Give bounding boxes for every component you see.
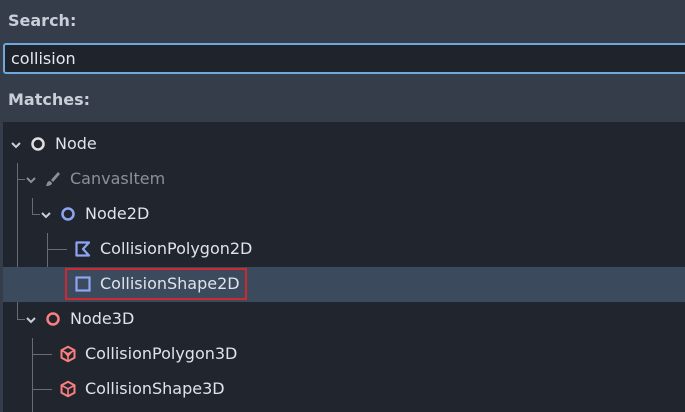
search-input[interactable] bbox=[11, 49, 685, 68]
tree-item-collisionpolygon2d[interactable]: CollisionPolygon2D bbox=[3, 232, 685, 267]
tree-item-label: Node bbox=[55, 134, 97, 153]
collision-polygon-2d-icon bbox=[75, 241, 91, 257]
collision-shape-3d-icon bbox=[60, 380, 76, 398]
tree-item-canvasitem[interactable]: CanvasItem bbox=[3, 162, 685, 197]
chevron-down-icon[interactable] bbox=[25, 314, 37, 326]
matches-label: Matches: bbox=[8, 90, 91, 109]
tree-item-node3d[interactable]: Node3D bbox=[3, 302, 685, 337]
tree-item-label: Node2D bbox=[85, 204, 150, 223]
tree-item-node[interactable]: Node bbox=[3, 127, 685, 162]
search-label: Search: bbox=[8, 11, 77, 30]
chevron-down-icon[interactable] bbox=[40, 209, 52, 221]
node-circle-icon bbox=[31, 137, 45, 151]
highlight-annotation bbox=[65, 268, 247, 300]
tree-item-label: CanvasItem bbox=[70, 169, 166, 188]
collision-polygon-3d-icon bbox=[60, 345, 76, 363]
matches-tree: Node CanvasItem Node2D CollisionPolygon2… bbox=[3, 122, 685, 412]
tree-item-label: CollisionPolygon2D bbox=[100, 239, 253, 258]
chevron-down-icon[interactable] bbox=[25, 174, 37, 186]
tree-item-label: CollisionPolygon3D bbox=[85, 344, 238, 363]
brush-icon bbox=[46, 172, 60, 186]
chevron-down-icon[interactable] bbox=[10, 139, 22, 151]
node2d-circle-icon bbox=[61, 207, 75, 221]
node3d-circle-icon bbox=[46, 312, 60, 326]
tree-item-label: Node3D bbox=[70, 309, 135, 328]
tree-item-label: CollisionShape3D bbox=[85, 379, 225, 398]
tree-item-collisionshape3d[interactable]: CollisionShape3D bbox=[3, 372, 685, 407]
search-box[interactable] bbox=[3, 43, 685, 74]
tree-item-collisionpolygon3d[interactable]: CollisionPolygon3D bbox=[3, 337, 685, 372]
tree-item-node2d[interactable]: Node2D bbox=[3, 197, 685, 232]
